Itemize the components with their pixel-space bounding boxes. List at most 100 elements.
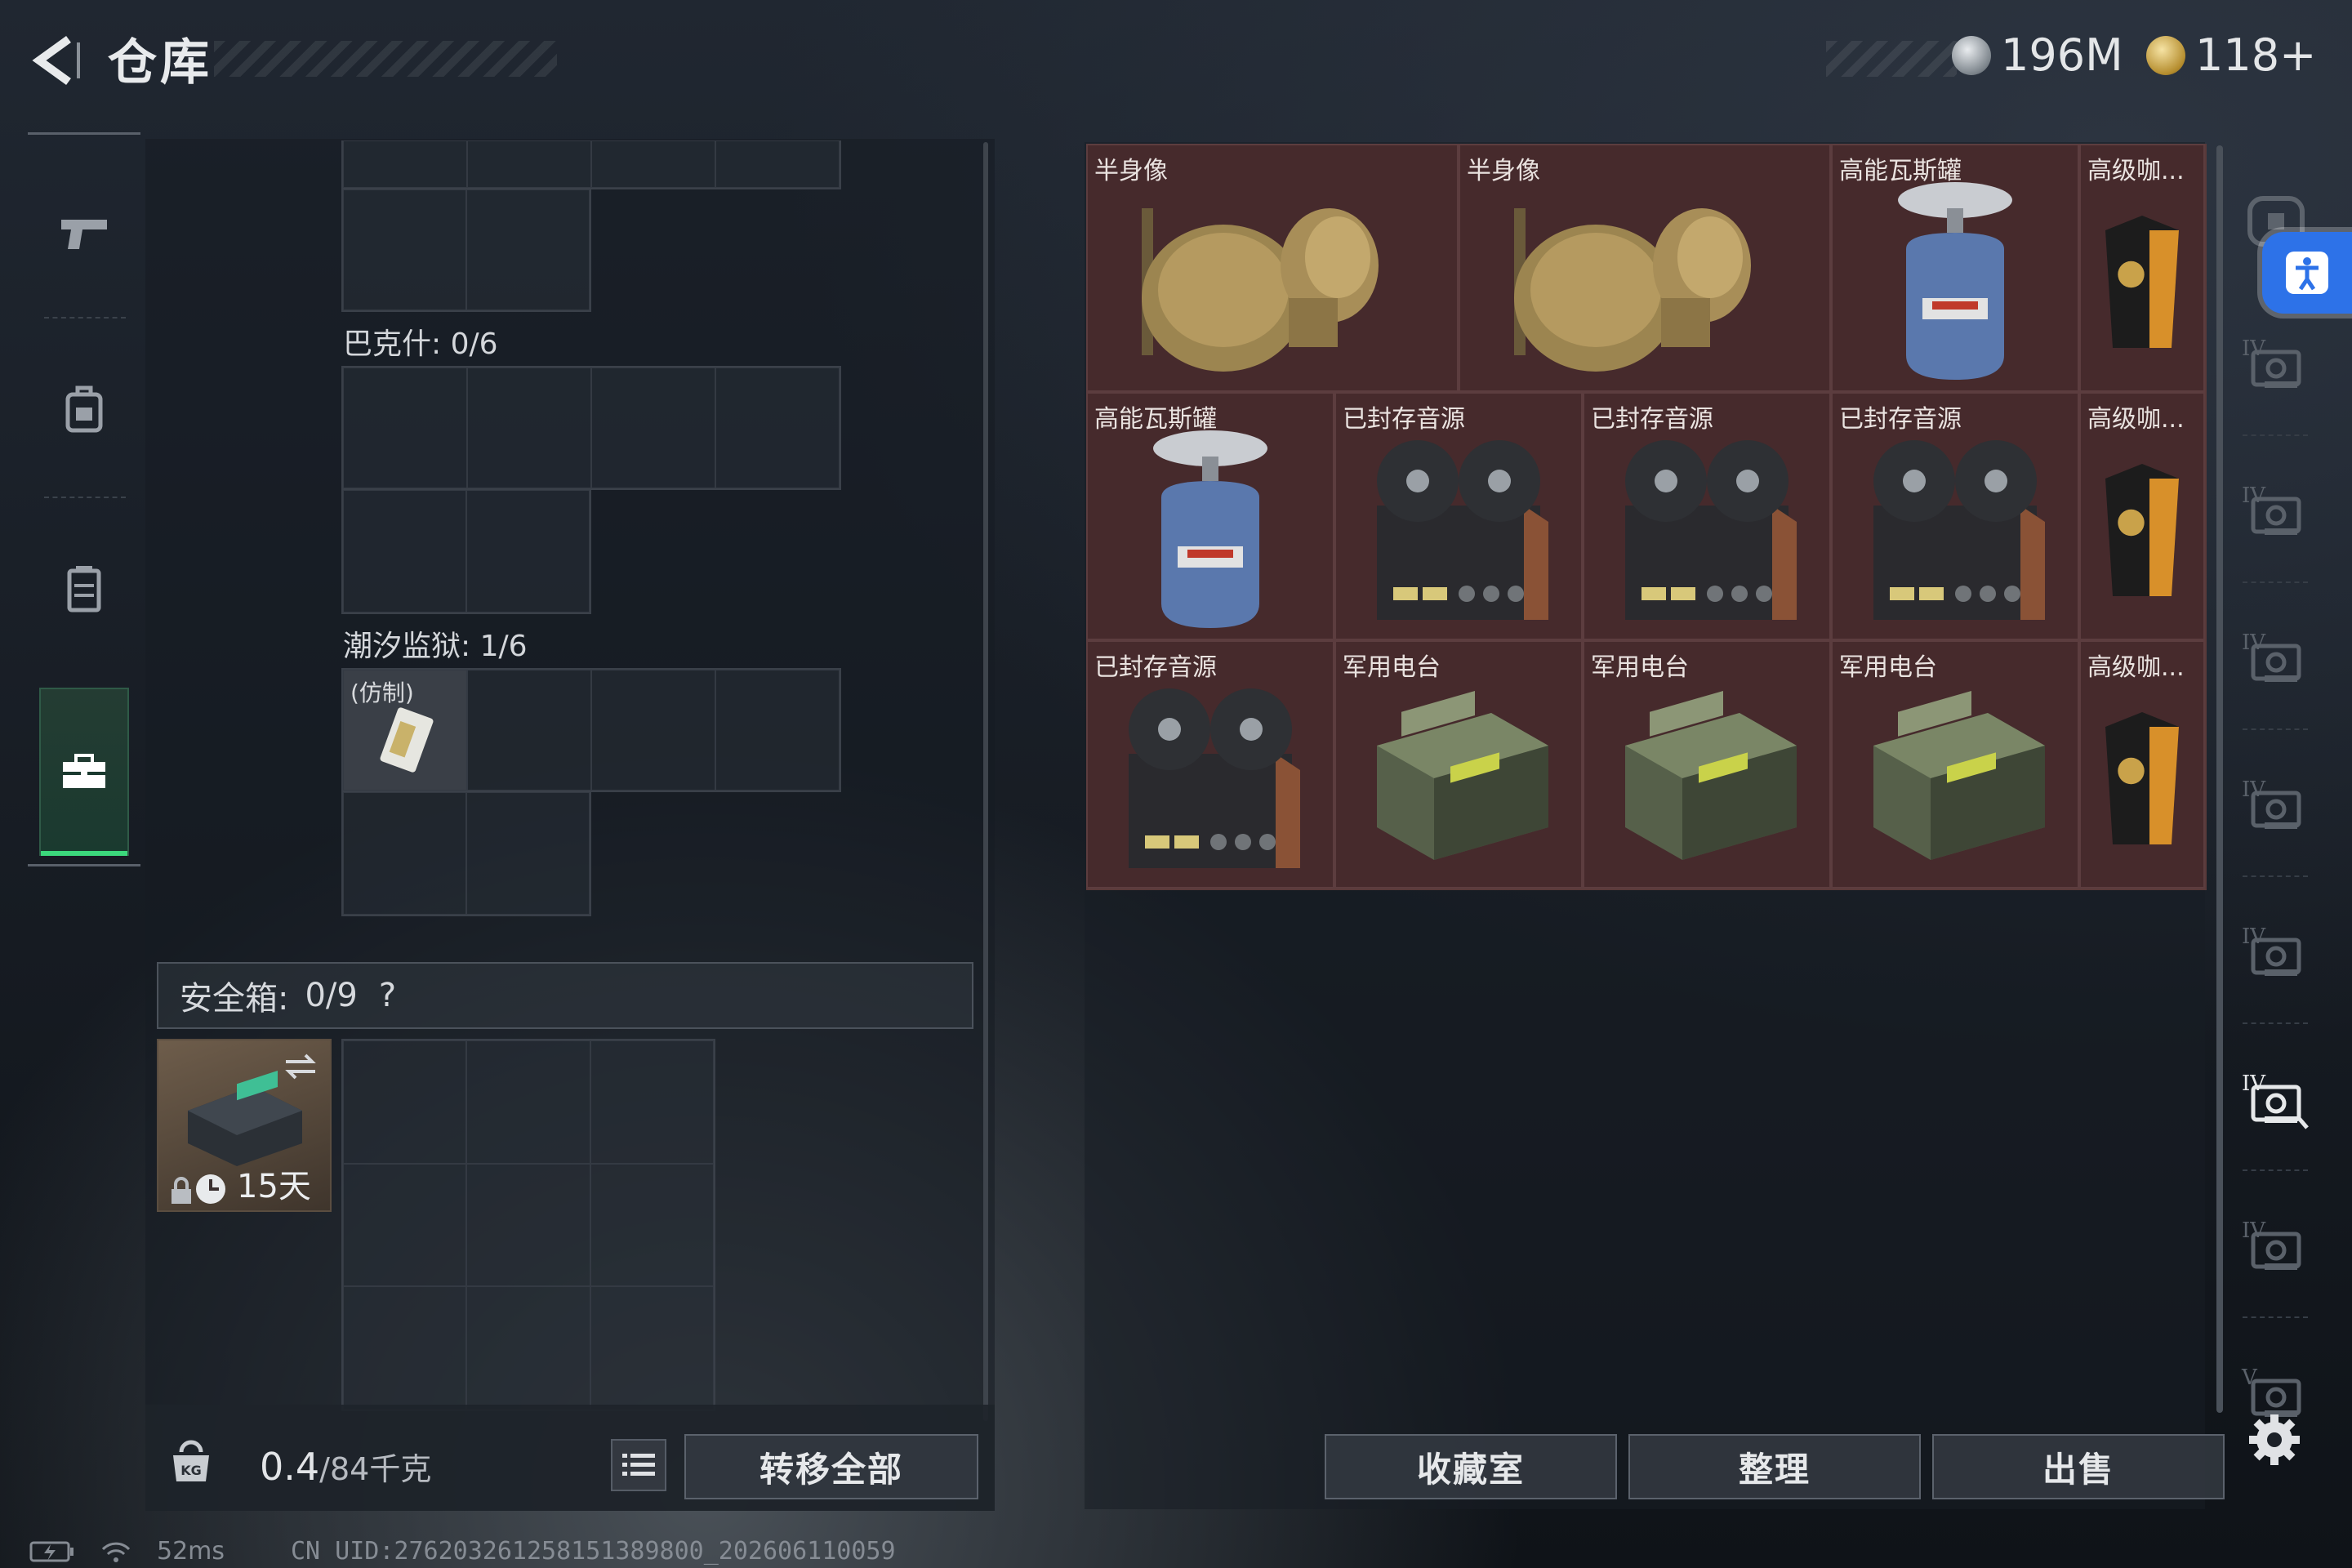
inventory-item[interactable]: 高级咖... bbox=[2079, 144, 2205, 392]
back-button[interactable] bbox=[24, 31, 83, 90]
grid-cell[interactable] bbox=[715, 140, 840, 188]
side-tab-level[interactable]: IV bbox=[2239, 327, 2313, 400]
backpack-icon bbox=[65, 385, 103, 433]
grid-cell[interactable] bbox=[343, 368, 467, 488]
side-tab-level[interactable]: IV bbox=[2239, 1209, 2313, 1282]
partial-grid-bottom bbox=[341, 188, 591, 312]
grid-cell[interactable] bbox=[590, 1040, 714, 1164]
nav-top-line bbox=[28, 132, 140, 135]
coffee-bag-icon bbox=[2081, 675, 2203, 882]
bust-icon bbox=[1088, 178, 1457, 385]
safe-box-title: 安全箱: bbox=[180, 980, 289, 1018]
inventory-item[interactable]: 高能瓦斯罐 bbox=[1086, 392, 1334, 640]
grid-cell[interactable] bbox=[343, 1040, 467, 1164]
grid-cell[interactable] bbox=[466, 1040, 590, 1164]
weight-readout: 0.4/84千克 bbox=[260, 1444, 431, 1489]
grid-cell[interactable] bbox=[467, 670, 591, 791]
grid-cell[interactable] bbox=[343, 140, 467, 188]
uid-text: CN UID:276203261258151389800_20260611005… bbox=[291, 1537, 896, 1566]
status-bar: 52ms bbox=[29, 1537, 225, 1566]
grid-cell[interactable] bbox=[466, 490, 590, 612]
nav-vest[interactable] bbox=[28, 528, 140, 650]
inventory-item[interactable]: 军用电台 bbox=[1583, 640, 1831, 889]
sort-button[interactable]: 整理 bbox=[1628, 1434, 1921, 1499]
side-tab-level[interactable]: IV bbox=[2239, 474, 2313, 547]
grid-cell[interactable] bbox=[590, 1286, 714, 1410]
swap-icon[interactable] bbox=[283, 1050, 318, 1083]
pistol-icon bbox=[61, 220, 107, 249]
side-tab-separator bbox=[2243, 1316, 2308, 1318]
grid-cell[interactable] bbox=[467, 368, 591, 488]
safe-case-icon bbox=[188, 1071, 302, 1166]
currency-silver[interactable]: 196M bbox=[1952, 29, 2123, 81]
grid-cell[interactable] bbox=[591, 140, 715, 188]
safe-box-help-button[interactable]: ? bbox=[379, 977, 396, 1014]
ping-value: 52ms bbox=[157, 1537, 225, 1566]
tape-recorder-icon bbox=[1336, 426, 1581, 634]
inventory-item[interactable]: 已封存音源 bbox=[1334, 392, 1583, 640]
inventory-item[interactable]: 半身像 bbox=[1086, 144, 1459, 392]
inventory-item[interactable]: 高级咖... bbox=[2079, 392, 2205, 640]
military-radio-icon bbox=[1336, 675, 1581, 882]
inventory-item[interactable]: 已封存音源 bbox=[1086, 640, 1334, 889]
military-radio-icon bbox=[1584, 675, 1829, 882]
side-tab-level[interactable]: IV bbox=[2239, 915, 2313, 988]
nav-backpack[interactable] bbox=[28, 348, 140, 470]
side-tab-separator bbox=[2243, 875, 2308, 877]
tidal-grid-bottom bbox=[341, 791, 591, 916]
collection-room-button[interactable]: 收藏室 bbox=[1325, 1434, 1617, 1499]
inventory-item[interactable]: 已封存音源 bbox=[1831, 392, 2079, 640]
sell-button[interactable]: 出售 bbox=[1932, 1434, 2225, 1499]
grid-cell[interactable] bbox=[715, 670, 840, 791]
grid-cell[interactable] bbox=[591, 670, 715, 791]
grid-cell[interactable] bbox=[343, 189, 466, 310]
grid-cell[interactable] bbox=[590, 1163, 714, 1287]
bakshi-label: 巴克什: 0/6 bbox=[343, 327, 498, 361]
safe-box-count: 0/9 bbox=[305, 977, 358, 1014]
silver-coin-icon bbox=[1952, 35, 1991, 75]
storage-tier-icon: IV bbox=[2242, 777, 2301, 829]
nav-weapon[interactable] bbox=[28, 173, 140, 296]
grid-cell[interactable] bbox=[343, 1286, 467, 1410]
weight-lock-icon[interactable]: KG bbox=[168, 1437, 214, 1483]
currency-gold[interactable]: 118+ bbox=[2146, 29, 2316, 81]
grid-cell[interactable] bbox=[343, 792, 466, 915]
inventory-item[interactable]: 高级咖... bbox=[2079, 640, 2205, 889]
inventory-scrollbar[interactable] bbox=[2216, 145, 2223, 1413]
inventory-item-label: 半身像 bbox=[1467, 157, 1540, 185]
inventory-item[interactable]: 军用电台 bbox=[1831, 640, 2079, 889]
inventory-item[interactable]: 已封存音源 bbox=[1583, 392, 1831, 640]
inventory-item[interactable]: 高能瓦斯罐 bbox=[1831, 144, 2079, 392]
inventory-item-label: 高能瓦斯罐 bbox=[1094, 405, 1217, 434]
grid-cell[interactable] bbox=[467, 140, 591, 188]
grid-cell[interactable] bbox=[466, 1163, 590, 1287]
grid-cell[interactable] bbox=[466, 189, 590, 310]
coffee-bag-icon bbox=[2081, 426, 2203, 634]
nav-separator bbox=[44, 497, 126, 498]
side-tab-separator bbox=[2243, 1022, 2308, 1024]
side-tab-level[interactable]: IV bbox=[2239, 1062, 2313, 1135]
side-tab-separator bbox=[2243, 434, 2308, 436]
bakshi-grid-top bbox=[341, 366, 841, 490]
tidal-item-slot[interactable]: (仿制) bbox=[343, 670, 467, 791]
safe-box-case[interactable]: 15天 bbox=[157, 1039, 332, 1212]
side-tab-level[interactable]: IV bbox=[2239, 621, 2313, 694]
side-tab-level[interactable]: IV bbox=[2239, 768, 2313, 841]
nav-storage-case[interactable] bbox=[39, 688, 129, 856]
left-nav bbox=[28, 132, 142, 872]
inventory-item[interactable]: 半身像 bbox=[1459, 144, 1831, 392]
accessibility-icon bbox=[2286, 252, 2328, 294]
grid-cell[interactable] bbox=[466, 1286, 590, 1410]
list-view-button[interactable] bbox=[611, 1439, 666, 1491]
gear-icon[interactable] bbox=[2246, 1411, 2303, 1468]
transfer-all-button[interactable]: 转移全部 bbox=[684, 1434, 978, 1499]
grid-cell[interactable] bbox=[715, 368, 840, 488]
inventory-item[interactable]: 军用电台 bbox=[1334, 640, 1583, 889]
accessibility-button[interactable] bbox=[2262, 232, 2352, 314]
grid-cell[interactable] bbox=[466, 792, 590, 915]
grid-cell[interactable] bbox=[343, 490, 466, 612]
equipment-scrollbar[interactable] bbox=[983, 142, 988, 1421]
grid-cell[interactable] bbox=[591, 368, 715, 488]
tape-recorder-icon bbox=[1833, 426, 2078, 634]
grid-cell[interactable] bbox=[343, 1163, 467, 1287]
